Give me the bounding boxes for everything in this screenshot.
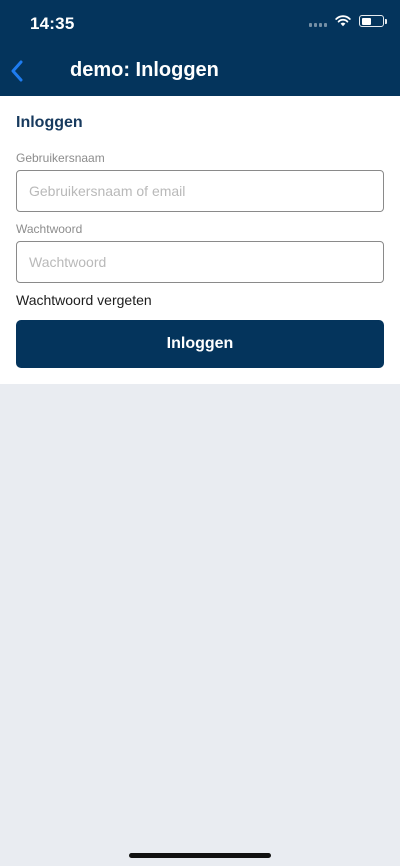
username-label: Gebruikersnaam bbox=[16, 151, 105, 165]
login-button[interactable]: Inloggen bbox=[16, 320, 384, 368]
login-screen: 14:35 demo: Inloggen Inloggen Gebruikers… bbox=[0, 0, 400, 866]
status-icons bbox=[309, 15, 387, 27]
page-title: demo: Inloggen bbox=[70, 59, 219, 81]
status-time: 14:35 bbox=[30, 14, 75, 33]
forgot-password-link[interactable]: Wachtwoord vergeten bbox=[16, 292, 152, 308]
app-header: 14:35 demo: Inloggen bbox=[0, 0, 400, 96]
username-input[interactable] bbox=[16, 170, 384, 212]
cellular-signal-icon bbox=[309, 15, 327, 27]
section-title: Inloggen bbox=[16, 114, 83, 131]
back-button[interactable] bbox=[4, 56, 30, 86]
home-indicator bbox=[129, 853, 271, 858]
battery-fill bbox=[361, 17, 371, 25]
password-label: Wachtwoord bbox=[16, 222, 83, 236]
battery-icon bbox=[359, 15, 387, 27]
wifi-icon bbox=[335, 15, 351, 27]
password-input[interactable] bbox=[16, 241, 384, 283]
login-form: Inloggen Gebruikersnaam Wachtwoord Wacht… bbox=[0, 96, 400, 384]
chevron-left-icon bbox=[11, 60, 23, 82]
